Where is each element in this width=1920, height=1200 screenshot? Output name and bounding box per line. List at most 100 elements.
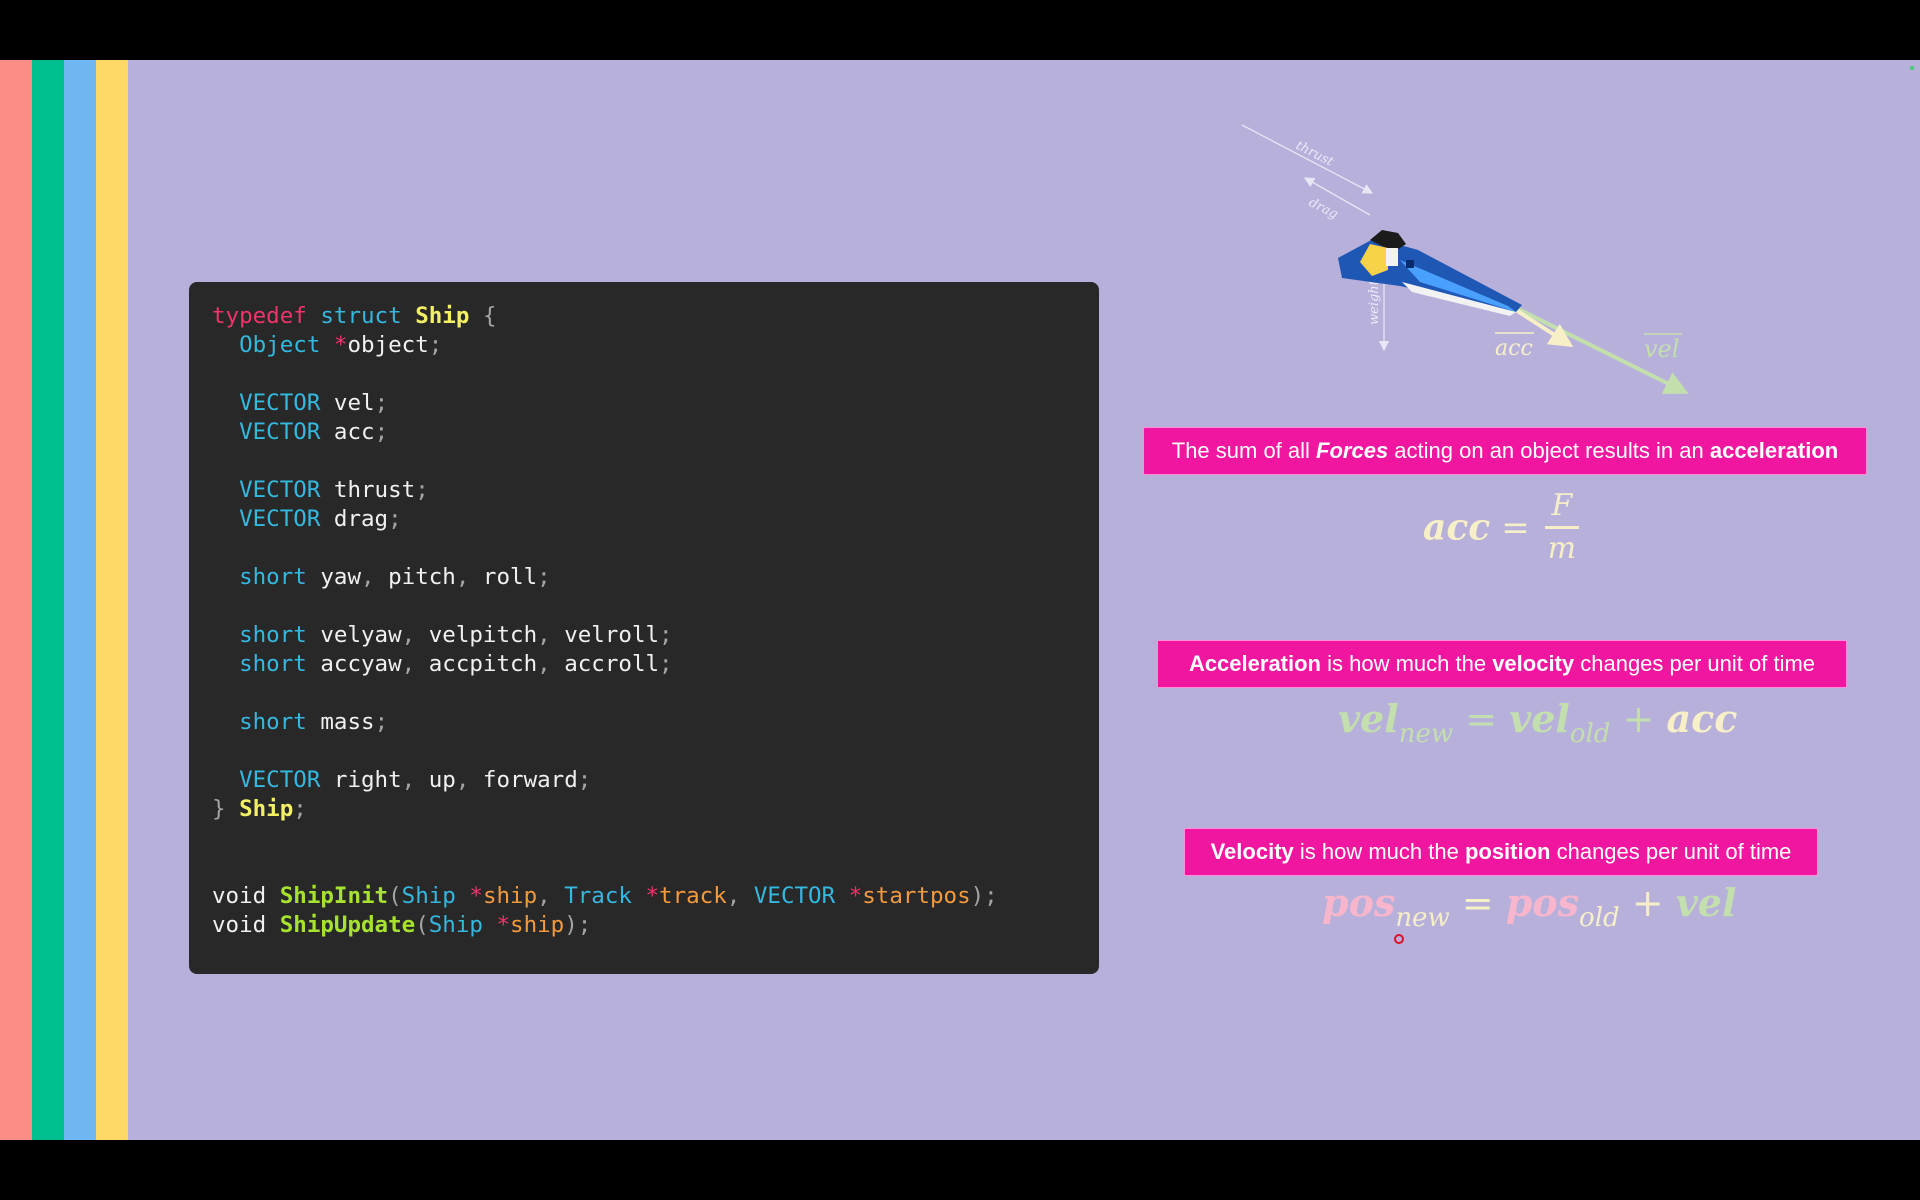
code-token: object <box>347 332 429 358</box>
formula-acc-eq: = <box>1501 507 1530 548</box>
formula-pos-old: pos <box>1505 880 1580 925</box>
code-token: ; <box>659 622 673 648</box>
formula-vel-old: vel <box>1509 696 1570 741</box>
code-token: short <box>239 564 307 590</box>
code-token: startpos <box>862 883 971 909</box>
code-token: , <box>401 651 416 677</box>
code-token: ShipInit <box>279 883 389 909</box>
formula-vel-acc: acc <box>1666 696 1738 741</box>
weight-label: weight <box>1367 279 1382 325</box>
code-line: short velyaw, velpitch, velroll; <box>212 621 998 650</box>
code-token: ; <box>374 390 389 416</box>
code-line: VECTOR acc; <box>212 418 998 447</box>
code-token: VECTOR <box>753 883 836 909</box>
fraction-bar <box>1544 526 1579 529</box>
code-token: velyaw <box>306 622 402 648</box>
code-line: short accyaw, accpitch, accroll; <box>212 650 998 679</box>
stripe-red <box>0 60 32 1140</box>
code-token: up <box>415 767 456 793</box>
formula-pos-plus: + <box>1631 881 1664 925</box>
code-line: VECTOR drag; <box>212 505 998 534</box>
code-token: ShipUpdate <box>279 912 416 938</box>
code-line: Object *object; <box>212 331 998 360</box>
code-token: short <box>239 651 307 677</box>
code-token: short <box>239 709 307 735</box>
code-token: } <box>212 796 226 822</box>
code-line: VECTOR vel; <box>212 389 998 418</box>
acceleration-text-1: is how much the <box>1321 651 1493 676</box>
formula-pos-old-sub: old <box>1579 903 1620 933</box>
formula-pos: posnew = posold + vel <box>1322 880 1736 933</box>
forces-emphasis: Forces <box>1316 438 1389 463</box>
code-token: , <box>361 564 375 590</box>
code-token: { <box>482 303 497 329</box>
forces-text-1: The sum of all <box>1171 438 1317 463</box>
code-token: drag <box>320 506 389 532</box>
slide: typedef struct Ship { Object *object; VE… <box>0 60 1920 1140</box>
code-token: short <box>239 622 307 648</box>
code-token: ; <box>388 506 402 532</box>
velocity-title: Velocity <box>1210 839 1294 864</box>
code-token: roll <box>469 564 538 590</box>
forces-banner: The sum of all Forces acting on an objec… <box>1143 427 1867 475</box>
code-token: , <box>537 883 551 909</box>
code-line: typedef struct Ship { <box>212 302 998 331</box>
acceleration-emphasis: acceleration <box>1709 438 1839 463</box>
code-token: Ship <box>239 796 294 822</box>
velocity-emphasis: velocity <box>1492 651 1575 676</box>
code-panel: typedef struct Ship { Object *object; VE… <box>189 282 1099 974</box>
code-token: Ship <box>401 883 456 909</box>
stripe-yellow <box>96 60 128 1140</box>
code-token: forward <box>469 767 578 793</box>
code-token: VECTOR <box>239 506 321 532</box>
code-token: thrust <box>320 477 416 503</box>
formula-acc-lhs: acc <box>1423 506 1491 549</box>
code-token: ; <box>428 332 443 358</box>
code-token: track <box>659 883 727 909</box>
stripe-blue <box>64 60 96 1140</box>
code-token: Ship <box>415 303 470 329</box>
formula-vel: velnew = velold + acc <box>1338 696 1738 749</box>
code-token: * <box>333 332 348 358</box>
formula-fraction: F m <box>1544 488 1579 567</box>
code-token: void <box>212 912 280 938</box>
code-line: short yaw, pitch, roll; <box>212 563 998 592</box>
code-token: pitch <box>374 564 456 590</box>
ship-forces-diagram: thrust drag weight acc vel <box>1241 124 1689 394</box>
velocity-text-1: is how much the <box>1293 839 1465 864</box>
code-token: , <box>726 883 741 909</box>
code-token: ; <box>537 564 551 590</box>
code-token: void <box>212 883 280 909</box>
code-line: void ShipUpdate(Ship *ship); <box>212 911 998 940</box>
code-token: typedef <box>212 303 307 329</box>
code-token: ( <box>388 883 402 909</box>
code-token: ; <box>659 651 673 677</box>
code-token: ); <box>564 912 592 938</box>
code-token: * <box>469 883 483 909</box>
code-token: , <box>401 767 416 793</box>
ship-sprite <box>1338 230 1522 316</box>
acceleration-text-2: changes per unit of time <box>1574 651 1816 676</box>
code-token: ); <box>970 883 998 909</box>
code-token: , <box>455 767 470 793</box>
code-token: Track <box>564 883 632 909</box>
code-token: , <box>537 622 551 648</box>
formula-acc: acc = F m <box>1423 488 1579 567</box>
code-token: velroll <box>550 622 660 648</box>
drag-label: drag <box>1306 195 1340 222</box>
thrust-label: thrust <box>1293 138 1336 170</box>
